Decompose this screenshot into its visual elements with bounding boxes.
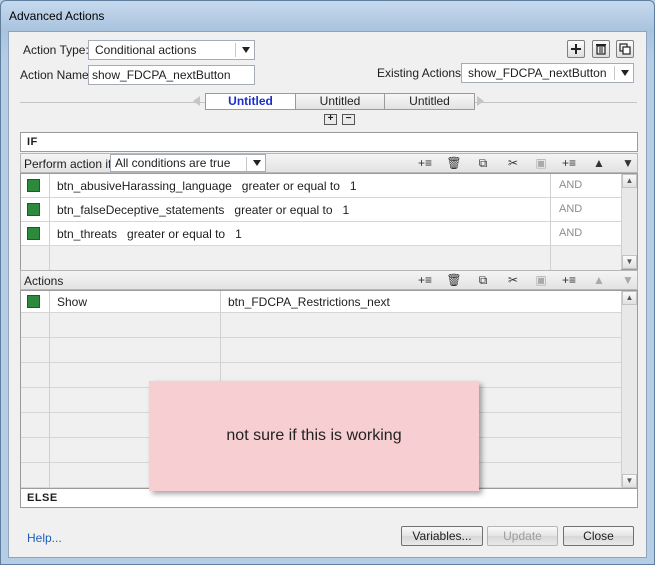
tab-untitled-2[interactable]: Untitled [295, 93, 385, 110]
existing-actions-select[interactable]: show_FDCPA_nextButton [461, 63, 634, 83]
trash-icon[interactable]: 🗑 [446, 273, 462, 288]
actions-scrollbar[interactable]: ▲ ▼ [621, 291, 637, 488]
conditions-scrollbar[interactable]: ▲ ▼ [621, 174, 637, 269]
conjunction-cell[interactable]: AND [550, 198, 621, 221]
remove-decision-button[interactable]: − [342, 114, 355, 125]
action-type-value: Conditional actions [95, 43, 197, 57]
if-header: IF [20, 132, 638, 152]
action-name-input[interactable]: show_FDCPA_nextButton [88, 65, 255, 85]
update-button[interactable]: Update [487, 526, 558, 546]
conjunction-cell[interactable]: AND [550, 222, 621, 245]
condition-text: btn_falseDeceptive_statements greater or… [57, 203, 350, 217]
insert-row-icon[interactable]: +≡ [561, 273, 577, 288]
tab-untitled-3[interactable]: Untitled [384, 93, 475, 110]
move-up-icon[interactable]: ▲ [591, 156, 607, 171]
condition-text: btn_threats greater or equal to 1 [57, 227, 242, 241]
perform-action-select[interactable]: All conditions are true [110, 154, 266, 172]
delete-action-button[interactable] [592, 40, 610, 58]
move-up-icon[interactable]: ▲ [591, 273, 607, 288]
action-command: Show [57, 295, 88, 309]
sticky-note-text: not sure if this is working [226, 427, 402, 444]
condition-marker [27, 179, 40, 192]
conditions-list: btn_abusiveHarassing_language greater or… [20, 173, 638, 271]
condition-row[interactable]: btn_abusiveHarassing_language greater or… [21, 174, 621, 198]
tab-untitled-1[interactable]: Untitled [205, 93, 296, 110]
action-type-select[interactable]: Conditional actions [88, 40, 255, 60]
insert-row-icon[interactable]: +≡ [561, 156, 577, 171]
action-name-label: Action Name: [20, 68, 93, 82]
close-button[interactable]: Close [563, 526, 634, 546]
add-action-row-icon[interactable]: +≡ [417, 273, 433, 288]
condition-marker [27, 227, 40, 240]
else-header[interactable]: ELSE [20, 488, 638, 508]
variables-button[interactable]: Variables... [401, 526, 483, 546]
chevron-down-icon [242, 47, 250, 53]
existing-actions-label: Existing Actions: [377, 66, 465, 80]
action-target: btn_FDCPA_Restrictions_next [228, 295, 390, 309]
advanced-actions-window: Advanced Actions Action Type: Conditiona… [0, 0, 655, 565]
actions-toolbar: Actions +≡ 🗑 ⧉ ✂ ▣ +≡ ▲ ▼ [20, 270, 638, 290]
trash-icon [596, 44, 606, 55]
scroll-up-icon[interactable]: ▲ [622, 291, 637, 305]
paste-icon[interactable]: ▣ [533, 156, 549, 171]
copy-icon[interactable]: ⧉ [475, 273, 491, 288]
action-row[interactable]: Show btn_FDCPA_Restrictions_next [21, 291, 621, 313]
add-action-button[interactable] [567, 40, 585, 58]
condition-row[interactable]: btn_falseDeceptive_statements greater or… [21, 198, 621, 222]
actions-label: Actions [24, 274, 64, 288]
duplicate-icon [619, 43, 631, 55]
move-down-icon[interactable]: ▼ [620, 156, 636, 171]
condition-row[interactable]: btn_threats greater or equal to 1 AND [21, 222, 621, 246]
scroll-down-icon[interactable]: ▼ [622, 474, 637, 488]
chevron-down-icon [253, 160, 261, 166]
help-link[interactable]: Help... [27, 531, 62, 545]
conjunction-cell[interactable]: AND [550, 174, 621, 197]
add-condition-icon[interactable]: +≡ [417, 156, 433, 171]
tab-scroll-right-icon[interactable] [477, 96, 484, 106]
title-bar[interactable]: Advanced Actions [1, 1, 654, 31]
copy-icon[interactable]: ⧉ [475, 156, 491, 171]
perform-action-value: All conditions are true [115, 156, 231, 170]
action-marker [27, 295, 40, 308]
paste-icon[interactable]: ▣ [533, 273, 549, 288]
scroll-up-icon[interactable]: ▲ [622, 174, 637, 188]
scroll-down-icon[interactable]: ▼ [622, 255, 637, 269]
cut-icon[interactable]: ✂ [505, 273, 521, 288]
condition-text: btn_abusiveHarassing_language greater or… [57, 179, 357, 193]
condition-marker [27, 203, 40, 216]
move-down-icon[interactable]: ▼ [620, 273, 636, 288]
duplicate-action-button[interactable] [616, 40, 634, 58]
chevron-down-icon [621, 70, 629, 76]
action-type-label: Action Type: [23, 43, 89, 57]
tab-scroll-left-icon[interactable] [193, 96, 200, 106]
cut-icon[interactable]: ✂ [505, 156, 521, 171]
perform-action-label: Perform action if: [24, 157, 115, 171]
conditions-toolbar: Perform action if: All conditions are tr… [20, 153, 638, 173]
add-icon [571, 44, 581, 54]
existing-actions-value: show_FDCPA_nextButton [468, 66, 607, 80]
window-title: Advanced Actions [9, 9, 105, 23]
empty-condition-row[interactable] [21, 246, 621, 271]
add-decision-button[interactable]: + [324, 114, 337, 125]
trash-icon[interactable]: 🗑 [446, 156, 462, 171]
sticky-note: not sure if this is working [149, 381, 479, 491]
